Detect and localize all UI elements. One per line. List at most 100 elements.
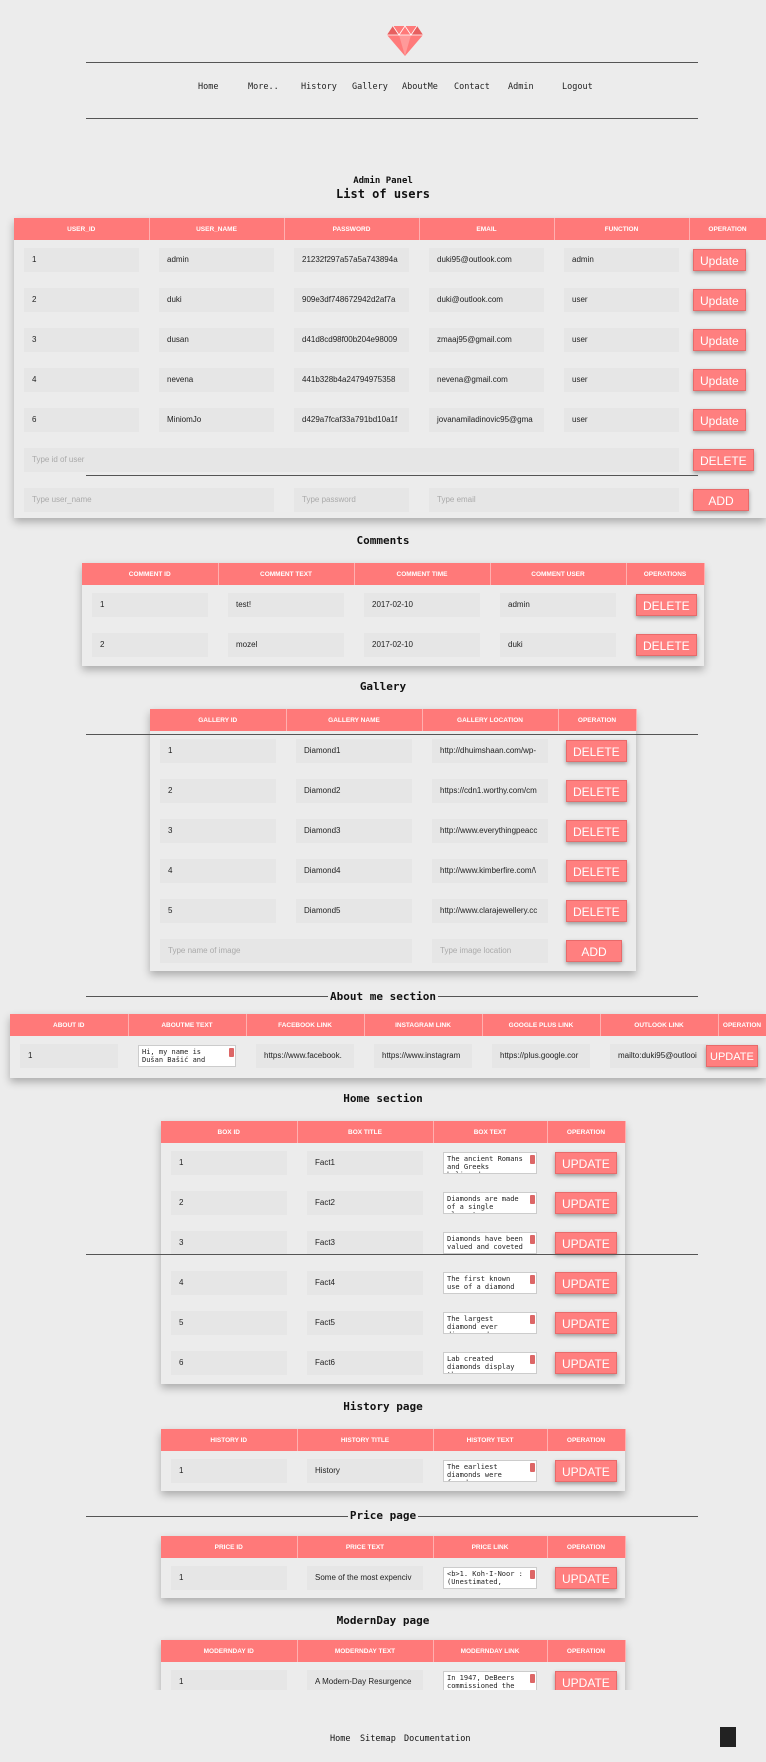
function-field[interactable]: admin bbox=[564, 248, 679, 272]
update-button[interactable]: UPDATE bbox=[555, 1460, 617, 1482]
gallery-id-field[interactable]: 4 bbox=[160, 859, 276, 883]
update-button[interactable]: UPDATE bbox=[706, 1045, 758, 1067]
user-name-input[interactable]: Type user_name bbox=[24, 488, 274, 512]
nav-home[interactable]: Home bbox=[198, 82, 218, 92]
delete-button[interactable]: DELETE bbox=[693, 449, 754, 471]
box-text-textarea[interactable]: The ancient Romans and Greeks believed bbox=[443, 1152, 537, 1174]
update-button[interactable]: Update bbox=[693, 329, 746, 351]
delete-button[interactable]: DELETE bbox=[566, 860, 627, 882]
gallery-location-field[interactable]: http://www.clarajewellery.cc bbox=[432, 899, 548, 923]
footer-link-sitemap[interactable]: Sitemap bbox=[360, 1734, 396, 1744]
nav-more[interactable]: More.. bbox=[248, 82, 279, 92]
update-button[interactable]: Update bbox=[693, 249, 746, 271]
user-name-field[interactable]: dusan bbox=[159, 328, 274, 352]
box-title-field[interactable]: Fact3 bbox=[307, 1231, 423, 1255]
update-button[interactable]: Update bbox=[693, 369, 746, 391]
gallery-id-field[interactable]: 3 bbox=[160, 819, 276, 843]
user-id-field[interactable]: 6 bbox=[24, 408, 139, 432]
facebook-link-field[interactable]: https://www.facebook. bbox=[256, 1044, 354, 1068]
nav-aboutme[interactable]: AboutMe bbox=[402, 82, 438, 92]
nav-admin[interactable]: Admin bbox=[508, 82, 534, 92]
user-name-field[interactable]: MiniomJo bbox=[159, 408, 274, 432]
delete-button[interactable]: DELETE bbox=[636, 594, 697, 616]
update-button[interactable]: Update bbox=[693, 409, 746, 431]
comment-user-field[interactable]: admin bbox=[500, 593, 616, 617]
comment-id-field[interactable]: 1 bbox=[92, 593, 208, 617]
function-field[interactable]: user bbox=[564, 328, 679, 352]
price-text-field[interactable]: Some of the most expenciv bbox=[307, 1566, 423, 1590]
update-button[interactable]: UPDATE bbox=[555, 1312, 617, 1334]
nav-contact[interactable]: Contact bbox=[454, 82, 490, 92]
scrollbar[interactable] bbox=[530, 1155, 535, 1164]
password-input[interactable]: Type password bbox=[294, 488, 409, 512]
update-button[interactable]: UPDATE bbox=[555, 1567, 617, 1589]
password-field[interactable]: 909e3df748672942d2af7a bbox=[294, 288, 409, 312]
history-text-textarea[interactable]: The earliest diamonds were found bbox=[443, 1460, 537, 1482]
scrollbar[interactable] bbox=[530, 1275, 535, 1284]
gallery-location-field[interactable]: http://dhuimshaan.com/wp- bbox=[432, 739, 548, 763]
box-text-textarea[interactable]: Diamonds have been valued and coveted bbox=[443, 1232, 537, 1254]
comment-time-field[interactable]: 2017-02-10 bbox=[364, 593, 480, 617]
gallery-name-field[interactable]: Diamond1 bbox=[296, 739, 412, 763]
box-title-field[interactable]: Fact4 bbox=[307, 1271, 423, 1295]
email-input[interactable]: Type email bbox=[429, 488, 679, 512]
gallery-name-field[interactable]: Diamond3 bbox=[296, 819, 412, 843]
user-id-input[interactable]: Type id of user bbox=[24, 448, 679, 472]
price-id-field[interactable]: 1 bbox=[171, 1566, 287, 1590]
password-field[interactable]: d429a7fcaf33a791bd10a1f bbox=[294, 408, 409, 432]
user-name-field[interactable]: admin bbox=[159, 248, 274, 272]
comment-time-field[interactable]: 2017-02-10 bbox=[364, 633, 480, 657]
gallery-location-field[interactable]: https://cdn1.worthy.com/cm bbox=[432, 779, 548, 803]
about-id-field[interactable]: 1 bbox=[20, 1044, 118, 1068]
delete-button[interactable]: DELETE bbox=[566, 820, 627, 842]
box-title-field[interactable]: Fact6 bbox=[307, 1351, 423, 1375]
delete-button[interactable]: DELETE bbox=[636, 634, 697, 656]
gallery-id-field[interactable]: 1 bbox=[160, 739, 276, 763]
aboutme-textarea[interactable]: Hi, my name is Dušan Bašić and bbox=[138, 1045, 236, 1067]
add-button[interactable]: ADD bbox=[693, 489, 749, 511]
password-field[interactable]: d41d8cd98f00b204e98009 bbox=[294, 328, 409, 352]
delete-button[interactable]: DELETE bbox=[566, 780, 627, 802]
box-id-field[interactable]: 2 bbox=[171, 1191, 287, 1215]
gallery-name-field[interactable]: Diamond2 bbox=[296, 779, 412, 803]
image-name-input[interactable]: Type name of image bbox=[160, 939, 412, 963]
price-link-textarea[interactable]: <b>1. Koh-I-Noor : (Unestimated, bbox=[443, 1567, 537, 1589]
delete-button[interactable]: DELETE bbox=[566, 900, 627, 922]
add-button[interactable]: ADD bbox=[566, 940, 622, 962]
comment-text-field[interactable]: mozel bbox=[228, 633, 344, 657]
box-title-field[interactable]: Fact2 bbox=[307, 1191, 423, 1215]
email-field[interactable]: zmaaj95@gmail.com bbox=[429, 328, 544, 352]
box-id-field[interactable]: 1 bbox=[171, 1151, 287, 1175]
scrollbar[interactable] bbox=[229, 1048, 234, 1057]
google-link-field[interactable]: https://plus.google.cor bbox=[492, 1044, 590, 1068]
box-text-textarea[interactable]: Lab created diamonds display the same bbox=[443, 1352, 537, 1374]
history-id-field[interactable]: 1 bbox=[171, 1459, 287, 1483]
nav-logout[interactable]: Logout bbox=[562, 82, 593, 92]
scrollbar[interactable] bbox=[530, 1315, 535, 1324]
password-field[interactable]: 21232f297a57a5a743894a bbox=[294, 248, 409, 272]
update-button[interactable]: UPDATE bbox=[555, 1152, 617, 1174]
update-button[interactable]: Update bbox=[693, 289, 746, 311]
box-id-field[interactable]: 4 bbox=[171, 1271, 287, 1295]
update-button[interactable]: UPDATE bbox=[555, 1232, 617, 1254]
update-button[interactable]: UPDATE bbox=[555, 1352, 617, 1374]
box-title-field[interactable]: Fact5 bbox=[307, 1311, 423, 1335]
nav-gallery[interactable]: Gallery bbox=[352, 82, 388, 92]
email-field[interactable]: nevena@gmail.com bbox=[429, 368, 544, 392]
instagram-link-field[interactable]: https://www.instagram bbox=[374, 1044, 472, 1068]
update-button[interactable]: UPDATE bbox=[555, 1192, 617, 1214]
email-field[interactable]: duki95@outlook.com bbox=[429, 248, 544, 272]
comment-text-field[interactable]: test! bbox=[228, 593, 344, 617]
box-id-field[interactable]: 6 bbox=[171, 1351, 287, 1375]
scrollbar[interactable] bbox=[530, 1235, 535, 1244]
nav-history[interactable]: History bbox=[301, 82, 337, 92]
box-text-textarea[interactable]: The largest diamond ever discovered was bbox=[443, 1312, 537, 1334]
scrollbar[interactable] bbox=[530, 1195, 535, 1204]
image-location-input[interactable]: Type image location bbox=[432, 939, 548, 963]
user-name-field[interactable]: duki bbox=[159, 288, 274, 312]
comment-user-field[interactable]: duki bbox=[500, 633, 616, 657]
box-id-field[interactable]: 5 bbox=[171, 1311, 287, 1335]
scrollbar[interactable] bbox=[530, 1570, 535, 1579]
scrollbar[interactable] bbox=[530, 1463, 535, 1472]
update-button[interactable]: UPDATE bbox=[555, 1272, 617, 1294]
